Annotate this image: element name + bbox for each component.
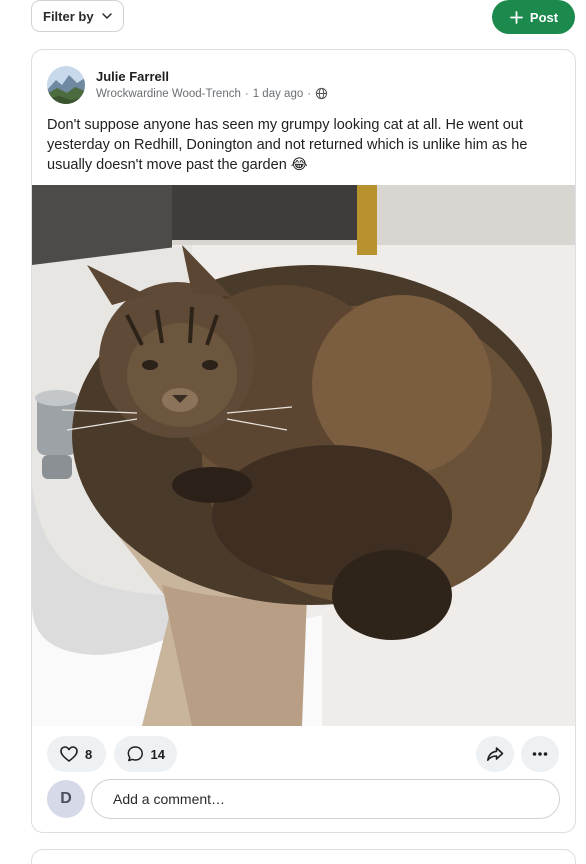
filter-by-button[interactable]: Filter by [31,0,124,32]
post-card: Julie Farrell Wrockwardine Wood-Trench ·… [31,49,576,833]
plus-icon [510,10,523,24]
post-button-label: Post [529,9,559,25]
meta-separator: · [307,87,312,100]
more-dots-icon [532,752,548,756]
author-name[interactable]: Julie Farrell [96,69,169,84]
like-count: 8 [85,746,93,762]
like-button[interactable]: 8 [47,736,106,772]
new-post-button[interactable]: Post [492,0,575,34]
current-user-avatar: D [47,780,85,818]
filter-by-label: Filter by [43,8,94,24]
more-options-button[interactable] [521,736,559,772]
heart-icon [60,746,78,762]
comment-input[interactable]: Add a comment… [91,779,560,819]
feed-page: Filter by Post Julie Farrell Wrockwardin… [0,0,586,864]
chevron-down-icon [101,13,112,19]
share-arrow-icon [487,747,504,761]
post-photo[interactable] [32,185,575,726]
author-avatar[interactable] [47,66,85,104]
post-body: Don't suppose anyone has seen my grumpy … [47,117,528,173]
speech-bubble-icon [127,746,143,762]
next-post-card [31,849,576,864]
comment-count: 14 [150,746,165,762]
author-location[interactable]: Wrockwardine Wood-Trench [96,88,241,100]
post-time[interactable]: 1 day ago [253,88,304,100]
share-button[interactable] [476,736,514,772]
meta-separator: · [244,87,249,100]
globe-icon [315,87,328,100]
comment-button[interactable]: 14 [114,736,177,772]
post-meta: Wrockwardine Wood-Trench · 1 day ago · [96,87,328,100]
